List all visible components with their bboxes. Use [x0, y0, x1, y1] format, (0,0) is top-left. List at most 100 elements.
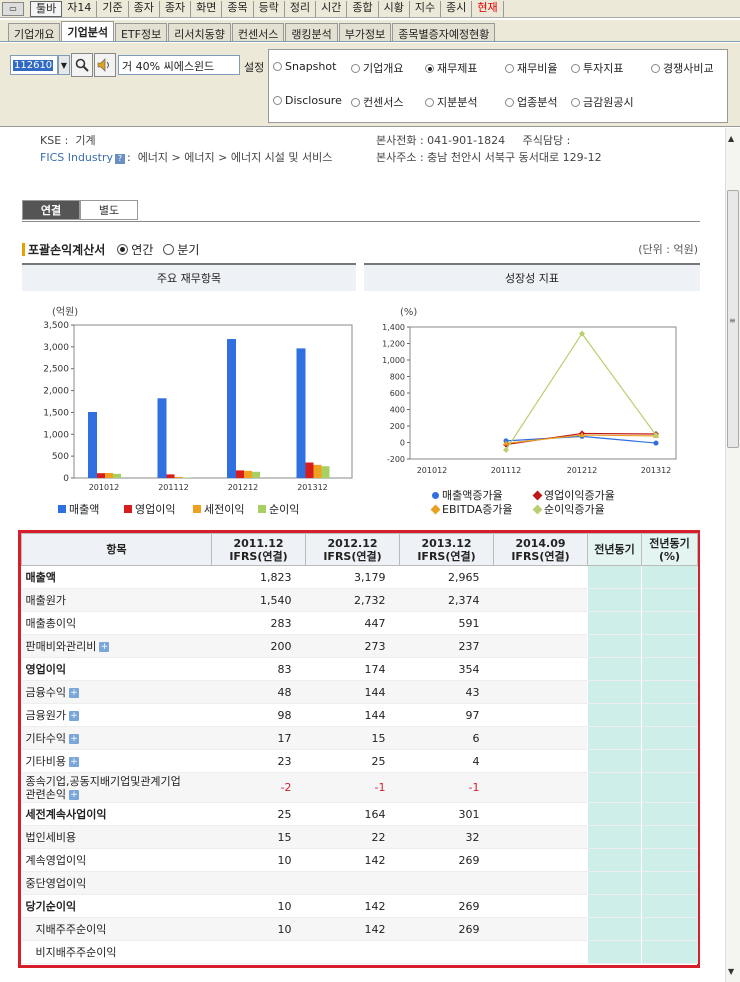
menu-item[interactable]: 정리 — [285, 0, 317, 17]
value-cell: -1 — [399, 772, 494, 803]
value-cell: 10 — [211, 848, 306, 872]
report-option[interactable]: Snapshot — [273, 60, 336, 73]
value-cell — [399, 940, 494, 964]
menu-item[interactable]: 현재 — [472, 0, 504, 17]
report-option[interactable]: 업종분석 — [505, 94, 557, 110]
growth-indicators-header: 성장성 지표 — [364, 263, 700, 291]
yoy-cell — [641, 871, 698, 895]
table-header-row: 항목 2011.12 IFRS(연결) 2012.12 IFRS(연결) 2013.1… — [21, 533, 698, 566]
chevron-down-icon[interactable]: ▼ — [58, 55, 70, 75]
column-header[interactable]: 항목 — [21, 533, 212, 566]
yoy-cell — [641, 802, 698, 826]
tab-3[interactable]: 리서치동향 — [168, 23, 231, 41]
period-quarterly-radio[interactable]: 분기 — [163, 241, 199, 258]
value-cell — [493, 726, 588, 750]
column-header[interactable]: 전년동기 — [587, 533, 642, 566]
value-cell: 273 — [305, 634, 400, 658]
scroll-down-icon[interactable]: ▼ — [728, 967, 734, 976]
menu-item[interactable]: 자14 — [62, 0, 98, 17]
report-option[interactable]: 금감원공시 — [571, 94, 634, 110]
menu-item[interactable]: 종합 — [347, 0, 379, 17]
search-icon[interactable] — [71, 53, 93, 77]
report-option[interactable]: 투자지표 — [571, 60, 623, 76]
report-option[interactable]: 컨센서스 — [351, 94, 403, 110]
tab-5[interactable]: 랭킹분석 — [285, 23, 338, 41]
y-tick-label: 1,200 — [382, 340, 405, 349]
speaker-icon[interactable] — [94, 53, 116, 77]
report-option[interactable]: Disclosure — [273, 94, 342, 107]
menu-item[interactable]: 툴바 — [30, 0, 63, 17]
report-option[interactable]: 재무비율 — [505, 60, 557, 76]
tab-6[interactable]: 부가정보 — [338, 23, 392, 41]
report-option[interactable]: 기업개요 — [351, 60, 403, 76]
value-cell — [493, 894, 588, 918]
scroll-up-icon[interactable]: ▲ — [728, 134, 734, 143]
tab-consolidated[interactable]: 연결 — [22, 200, 80, 220]
expand-icon[interactable]: + — [99, 642, 110, 652]
point-매출액증가율 — [653, 440, 659, 446]
menu-item[interactable]: 종자 — [129, 0, 160, 17]
y-tick-label: 200 — [390, 422, 405, 431]
value-cell: 23 — [211, 749, 306, 773]
key-financials-header: 주요 재무항목 — [22, 263, 356, 291]
yoy-cell — [587, 657, 642, 681]
value-cell: -1 — [305, 772, 400, 803]
y-tick-label: 1,000 — [382, 356, 405, 365]
expand-icon[interactable]: + — [68, 711, 79, 721]
table-row: 판매비와관리비 +200 273 237 — [21, 634, 698, 658]
column-header[interactable]: 전년동기 (%) — [641, 533, 698, 566]
radio-icon — [571, 63, 580, 73]
menu-item[interactable]: 종목 — [222, 0, 254, 17]
tab-2[interactable]: ETF정보 — [114, 23, 168, 41]
column-header[interactable]: 2012.12 IFRS(연결) — [305, 533, 400, 566]
menu-item[interactable]: 등락 — [254, 0, 285, 17]
yoy-cell — [587, 726, 642, 750]
expand-icon[interactable]: + — [68, 688, 79, 698]
menu-item[interactable]: 시황 — [379, 0, 410, 17]
menu-item[interactable]: 기준 — [97, 0, 129, 17]
tab-0[interactable]: 기업개요 — [8, 23, 61, 41]
report-option[interactable]: 재무제표 — [425, 60, 477, 76]
value-cell: 2,374 — [399, 588, 494, 612]
y-tick-label: 1,000 — [43, 430, 69, 440]
tab-separate[interactable]: 별도 — [80, 200, 138, 220]
system-menu-icon[interactable]: ▭ — [2, 1, 24, 16]
menu-item[interactable]: 시간 — [316, 0, 348, 17]
period-annual-radio[interactable]: 연간 — [117, 241, 153, 258]
value-cell — [211, 940, 306, 964]
tab-7[interactable]: 종목별증자예정현황 — [392, 23, 496, 41]
fics-info: FICS Industry?: 에너지 > 에너지 > 에너지 시설 및 서비스 — [40, 151, 333, 164]
help-icon[interactable]: ? — [114, 154, 125, 164]
tab-1[interactable]: 기업분석 — [61, 21, 114, 41]
report-option[interactable]: 경쟁사비교 — [651, 60, 714, 76]
legend-item: 순이익 — [258, 501, 299, 517]
expand-icon[interactable]: + — [68, 789, 79, 800]
value-cell: -2 — [211, 772, 306, 803]
expand-icon[interactable]: + — [68, 734, 79, 744]
value-cell — [493, 657, 588, 681]
stock-name-field[interactable]: 거 40% 씨에스윈드 — [118, 55, 240, 75]
value-cell: 2,965 — [399, 565, 494, 589]
menu-item[interactable]: 종시 — [441, 0, 473, 17]
menu-item[interactable]: 화면 — [191, 0, 223, 17]
tab-4[interactable]: 컨센서스 — [231, 23, 285, 41]
vertical-scrollbar[interactable]: ▲ ≡ ▼ — [725, 128, 740, 982]
value-cell: 301 — [399, 802, 494, 826]
value-cell: 4 — [399, 749, 494, 773]
column-header[interactable]: 2011.12 IFRS(연결) — [211, 533, 306, 566]
value-cell — [211, 871, 306, 895]
column-header[interactable]: 2013.12 IFRS(연결) — [399, 533, 494, 566]
stock-code-input[interactable]: 112610 — [10, 55, 58, 75]
expand-icon[interactable]: + — [68, 757, 79, 767]
settings-label[interactable]: 설정 — [244, 59, 264, 75]
column-header[interactable]: 2014.09 IFRS(연결) — [493, 533, 588, 566]
yoy-cell — [641, 917, 698, 941]
value-cell — [305, 871, 400, 895]
table-row: 법인세비용 15 22 32 — [21, 825, 698, 849]
report-option[interactable]: 지분분석 — [425, 94, 477, 110]
bar-세전이익 — [174, 476, 183, 478]
legend-swatch — [532, 504, 543, 514]
row-label: 기타수익 + — [21, 726, 212, 750]
menu-item[interactable]: 지수 — [410, 0, 442, 17]
menu-item[interactable]: 종자 — [160, 0, 192, 17]
